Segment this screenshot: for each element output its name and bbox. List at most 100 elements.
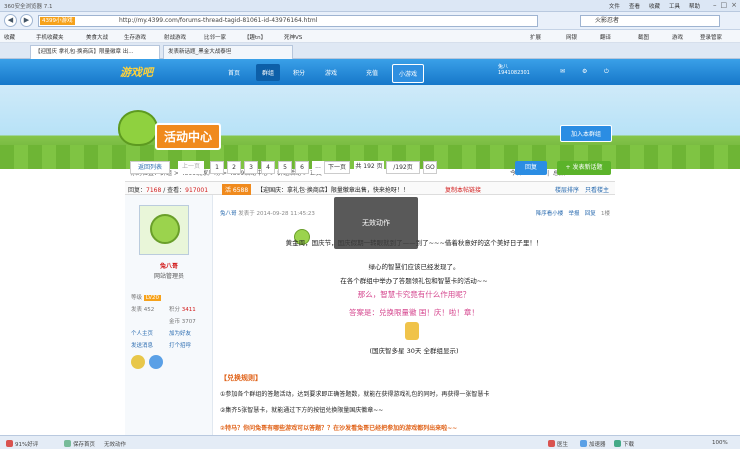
fav-item[interactable]: 手机收藏夹: [36, 33, 64, 41]
accelerator-status[interactable]: 加速器: [580, 440, 606, 448]
qa-line: ②特马？你问兔哥有哪些游戏可以答题？？在沙发看兔哥已经把参加的游戏都列出来啦~~: [220, 425, 458, 432]
nav-minigames[interactable]: 小游戏: [392, 64, 425, 83]
search-text: 火影忍者: [595, 17, 620, 24]
page-5[interactable]: 5: [278, 161, 292, 174]
event-banner: 活动中心 加入本群组 你的位置：群组 > 4399玩家广场 > 4399活动中心…: [0, 85, 740, 177]
tooltip-overlay: 无效动作: [334, 197, 418, 249]
rule-1: ①参加各个群组的答题活动，达到要求即正确答题数，就能在获得游戏礼包的同时，再获得…: [220, 391, 490, 398]
fav-item[interactable]: 死神VS: [284, 33, 302, 41]
gear-icon[interactable]: ⚙: [582, 68, 587, 75]
close-icon[interactable]: ×: [731, 1, 737, 9]
next-page-button[interactable]: 下一页: [324, 161, 350, 174]
post-line: 绿心的智慧们应该已经发现了。: [368, 263, 460, 271]
url-text: http://my.4399.com/forums-thread-tagid-8…: [119, 17, 318, 24]
doctor-status[interactable]: 医生: [548, 440, 568, 448]
ext-item[interactable]: 登录管家: [700, 33, 722, 41]
search-input[interactable]: 火影忍者: [580, 15, 720, 27]
page-ellipsis: ...: [312, 161, 324, 174]
author-name[interactable]: 兔八哥: [125, 261, 213, 270]
avatar[interactable]: [139, 205, 189, 255]
site-tag: 4399小游戏: [40, 17, 75, 25]
go-button[interactable]: GO: [423, 161, 437, 174]
menu-file[interactable]: 文件: [609, 2, 620, 10]
new-topic-button[interactable]: + 发表新话题: [557, 161, 611, 175]
menu-view[interactable]: 查看: [629, 2, 640, 10]
fav-item[interactable]: 美食大战: [86, 33, 108, 41]
ext-item[interactable]: 扩展: [530, 33, 541, 41]
page-6[interactable]: 6: [295, 161, 309, 174]
maximize-icon[interactable]: □: [721, 1, 728, 9]
tab-label: 发表新话题_黑金大战泰坦: [168, 49, 232, 55]
user-id: 1941082301: [498, 70, 530, 76]
message-link[interactable]: 发送消息: [131, 341, 153, 349]
event-title: 活动中心: [155, 123, 222, 150]
thread-header: 回复：7168 / 查看：917001 活 6588 【迎国庆：拿礼包·换商店】…: [125, 181, 615, 195]
title-bar: 360安全浏览器 7.1 文件 查看 收藏 工具 帮助 – □ ×: [0, 0, 740, 12]
status-bar: 91%好评 保存首页 无效动作 医生 加速器 下载 100%: [0, 435, 740, 449]
page-3[interactable]: 3: [244, 161, 258, 174]
fav-item[interactable]: 【趣tn】: [244, 33, 266, 41]
ext-item[interactable]: 翻译: [600, 33, 611, 41]
menu-bar: 文件 查看 收藏 工具 帮助: [609, 2, 700, 10]
nav-games[interactable]: 游戏: [325, 68, 337, 77]
save-home-status[interactable]: 保存首页: [64, 440, 95, 448]
ext-item[interactable]: 游戏: [672, 33, 683, 41]
rocket-icon: [580, 440, 587, 447]
medal-icon: [149, 355, 163, 369]
post-answer: 答案是：兑换限量徽 国！庆！啦！章！: [349, 308, 479, 317]
menu-help[interactable]: 帮助: [689, 2, 700, 10]
nav-recharge[interactable]: 充值: [366, 68, 378, 77]
page-2[interactable]: 2: [227, 161, 241, 174]
fav-item[interactable]: 收藏: [4, 33, 15, 41]
user-box[interactable]: 兔八 1941082301: [498, 63, 558, 76]
copy-link[interactable]: 复制本帖链接: [445, 185, 481, 194]
web-page: 游戏吧 首页 群组 积分 游戏 充值 小游戏 兔八 1941082301 ✉ ⚙…: [0, 59, 740, 435]
minimize-icon[interactable]: –: [713, 1, 717, 9]
heart-icon: [6, 440, 13, 447]
profile-link[interactable]: 个人主页: [131, 329, 153, 337]
post-line: 在各个群组中举办了答题领礼包和智慧卡的活动~~: [340, 277, 488, 285]
nav-home[interactable]: 首页: [228, 68, 240, 77]
nav-points[interactable]: 积分: [293, 68, 305, 77]
add-friend-link[interactable]: 加为好友: [169, 329, 191, 337]
fav-item[interactable]: 射战游戏: [164, 33, 186, 41]
greet-link[interactable]: 打个招呼: [169, 341, 191, 349]
frog-mascot: [118, 110, 158, 146]
power-icon[interactable]: ⏻: [604, 68, 609, 76]
prev-page-button[interactable]: 上一页: [178, 161, 204, 174]
window-controls: – □ ×: [713, 1, 737, 9]
address-bar: ◀ ▶ 4399小游戏 http://my.4399.com/forums-th…: [0, 12, 740, 30]
back-icon[interactable]: ◀: [4, 14, 17, 27]
forward-icon[interactable]: ▶: [20, 14, 33, 27]
ext-item[interactable]: 网银: [566, 33, 577, 41]
fav-item[interactable]: 比邻一家: [204, 33, 226, 41]
post-time: 发表于 2014-09-28 11:45:23: [238, 211, 315, 217]
url-input[interactable]: 4399小游戏 http://my.4399.com/forums-thread…: [38, 15, 538, 27]
rating-status[interactable]: 91%好评: [6, 440, 38, 448]
reply-button[interactable]: 回复: [515, 161, 547, 175]
download-status[interactable]: 下载: [614, 440, 634, 448]
window-title: 360安全浏览器 7.1: [4, 4, 53, 10]
fav-item[interactable]: 生存游戏: [124, 33, 146, 41]
join-group-button[interactable]: 加入本群组: [560, 125, 613, 142]
post-author[interactable]: 兔八哥: [220, 211, 237, 217]
menu-favorites[interactable]: 收藏: [649, 2, 660, 10]
sort-link[interactable]: 楼层排序: [555, 185, 579, 194]
site-logo[interactable]: 游戏吧: [120, 64, 190, 80]
back-to-list-button[interactable]: 返回列表: [130, 161, 170, 174]
page-jump-input[interactable]: /192页: [386, 161, 420, 174]
page-1[interactable]: 1: [210, 161, 224, 174]
tab-thread[interactable]: 【迎国庆 拿礼包·换商店】限量徽章 出...: [30, 45, 160, 59]
reply-stats: 回复：7168 / 查看：917001: [128, 187, 209, 194]
post-line: (国庆智多星 30天 全群组显示): [369, 347, 459, 355]
page-4[interactable]: 4: [261, 161, 275, 174]
level-badge: LV20: [143, 295, 161, 301]
nav-groups[interactable]: 群组: [256, 64, 281, 81]
mail-icon[interactable]: ✉: [560, 68, 565, 75]
menu-tools[interactable]: 工具: [669, 2, 680, 10]
ext-item[interactable]: 截图: [638, 33, 649, 41]
download-icon: [614, 440, 621, 447]
tab-newtopic[interactable]: 发表新话题_黑金大战泰坦: [163, 45, 293, 59]
zoom-status[interactable]: 100%: [712, 440, 728, 446]
only-op-link[interactable]: 只看楼主: [585, 185, 609, 194]
